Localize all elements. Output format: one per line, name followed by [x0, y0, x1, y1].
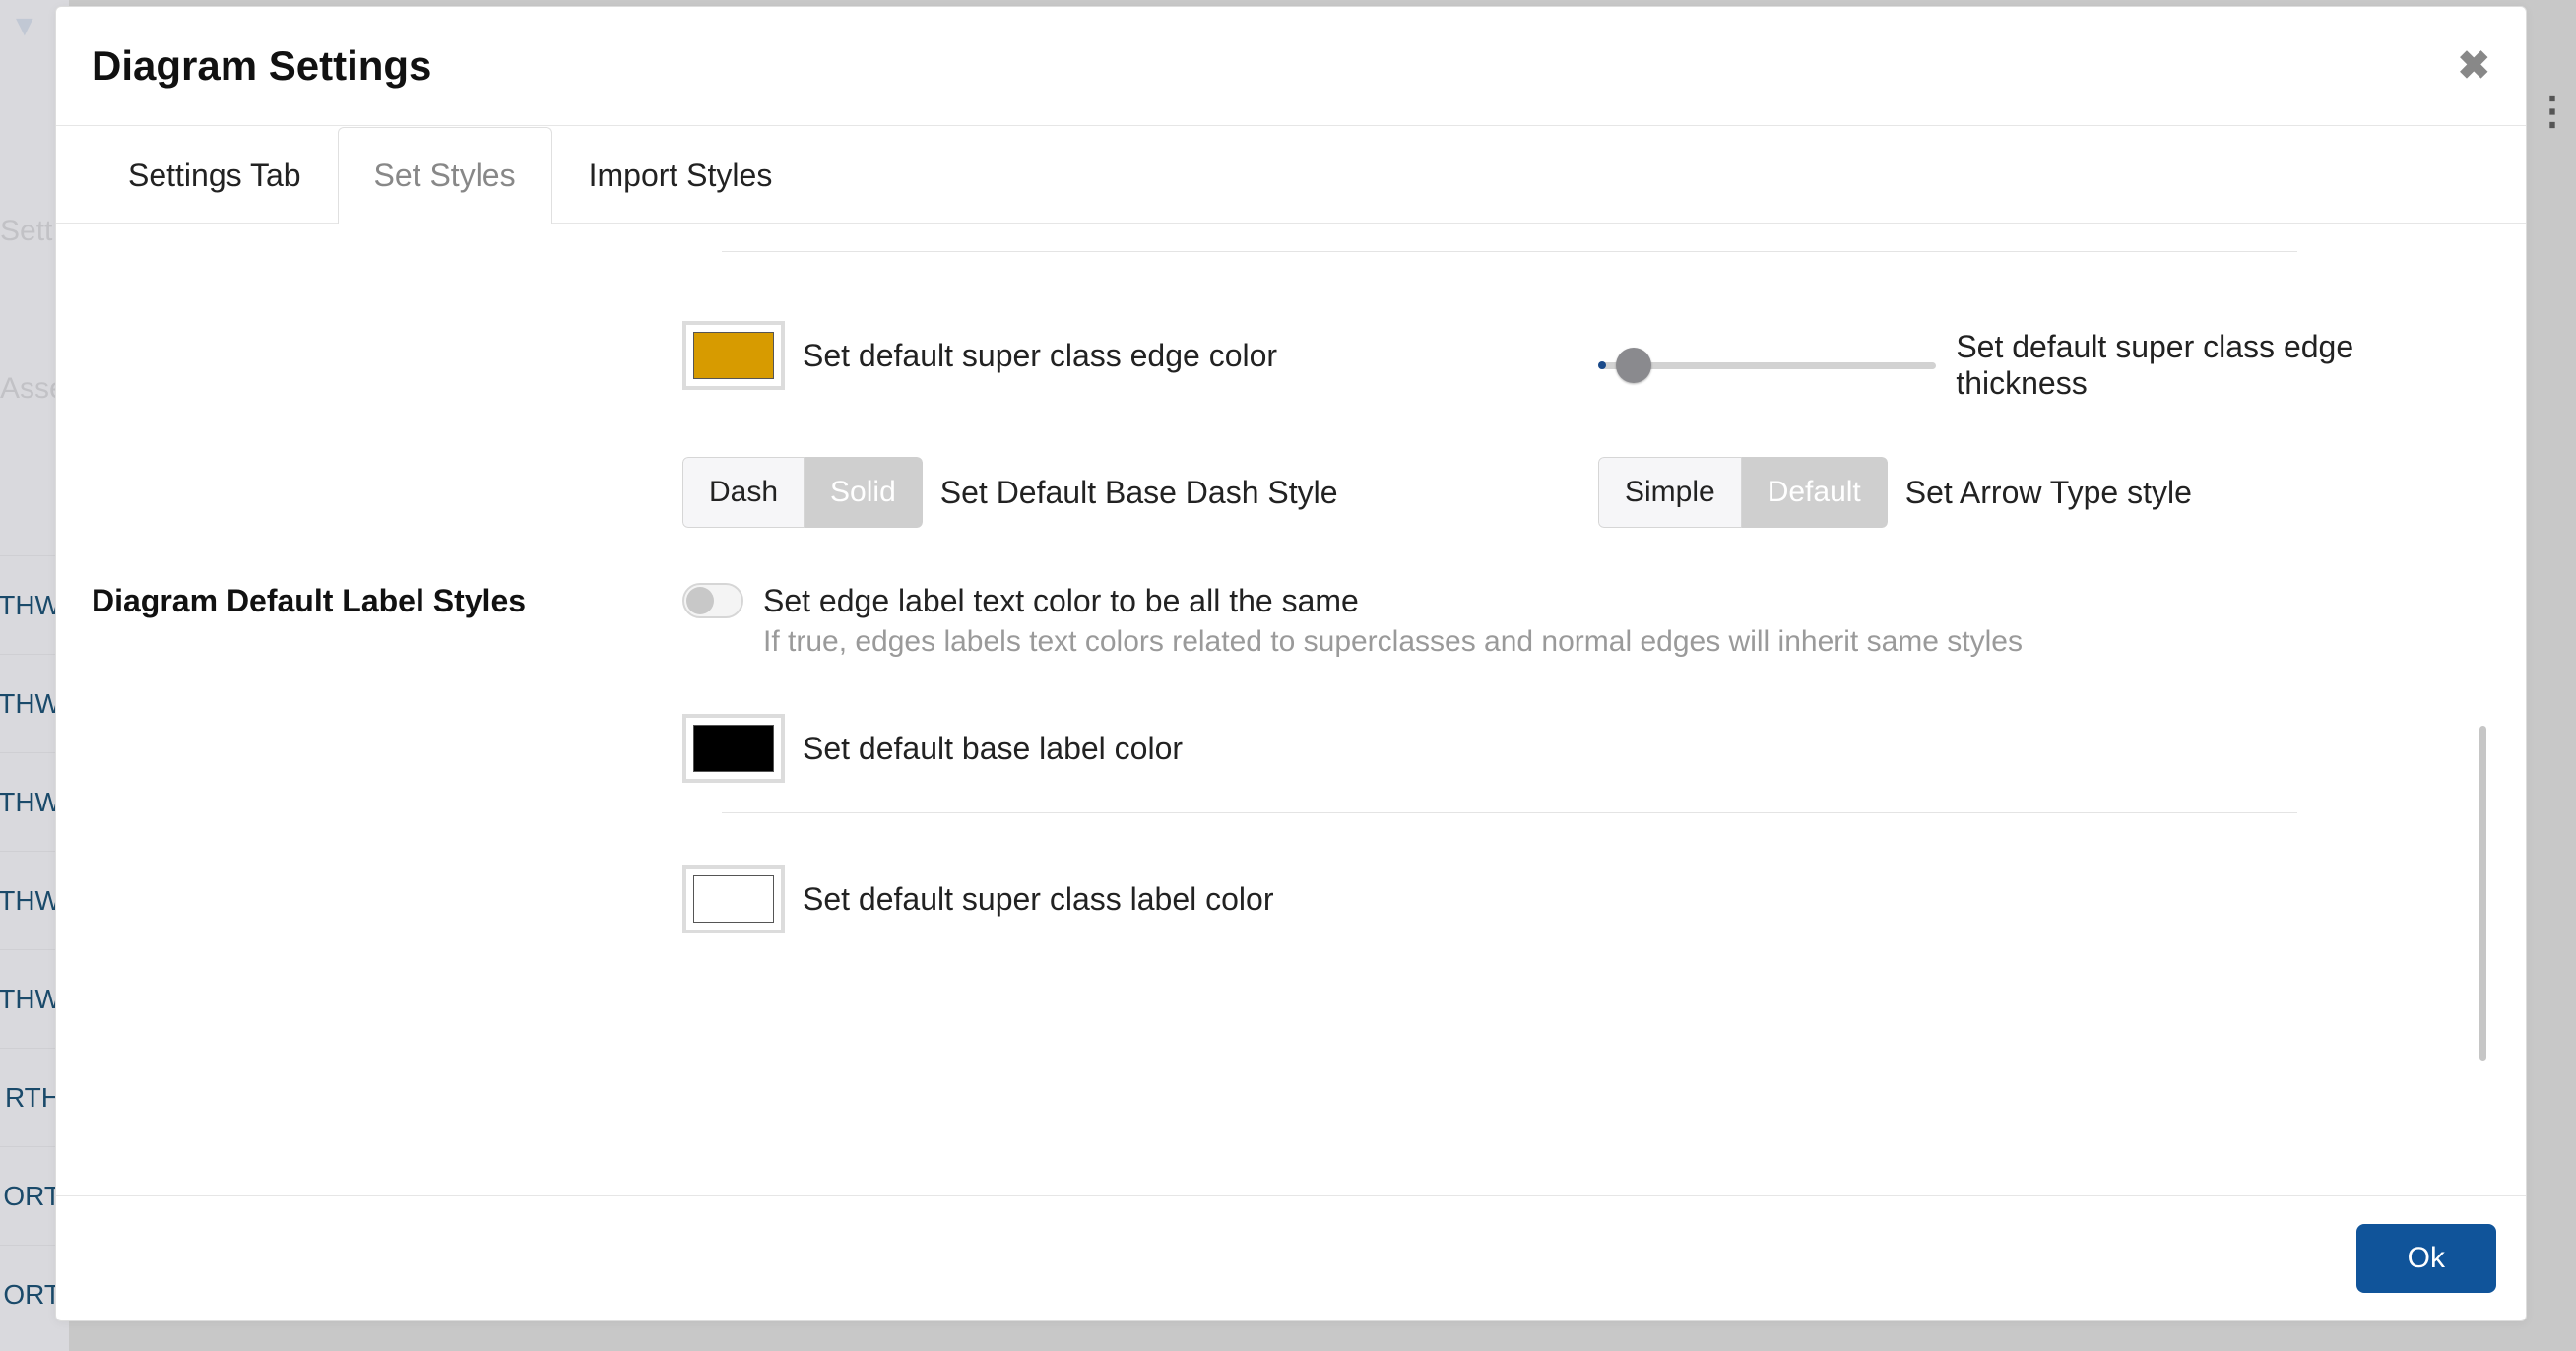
bg-kebab-icon: ⋮ [2533, 89, 2572, 134]
row-superclass-edge: Set default super class edge color Set d… [682, 321, 2455, 402]
slider-thumb[interactable] [1616, 348, 1651, 383]
row-base-label-color: Set default base label color [682, 714, 2455, 783]
diagram-settings-modal: Diagram Settings ✖ Settings Tab Set Styl… [55, 6, 2527, 1321]
dash-style-segmented: Dash Solid [682, 457, 923, 528]
superclass-label-color-swatch [693, 875, 774, 923]
slider-min-dot [1598, 361, 1606, 369]
arrow-type-group: Simple Default Set Arrow Type style [1598, 457, 2455, 528]
close-icon[interactable]: ✖ [2457, 46, 2490, 86]
superclass-edge-color-group: Set default super class edge color [682, 321, 1539, 390]
tab-settings-tab[interactable]: Settings Tab [92, 127, 338, 224]
modal-header: Diagram Settings ✖ [56, 7, 2526, 126]
superclass-label-color-label: Set default super class label color [803, 881, 1273, 918]
superclass-edge-color-label: Set default super class edge color [803, 338, 1277, 374]
edge-label-toggle-help: If true, edges labels text colors relate… [763, 625, 2023, 659]
scrollbar[interactable] [2479, 726, 2486, 1061]
toggle-knob [686, 587, 714, 614]
edge-label-same-color-toggle[interactable] [682, 583, 743, 618]
row-superclass-label-color: Set default super class label color [682, 865, 2455, 933]
tab-set-styles[interactable]: Set Styles [338, 127, 552, 224]
arrow-type-label: Set Arrow Type style [1905, 475, 2192, 511]
dash-style-label: Set Default Base Dash Style [940, 475, 1338, 511]
label-styles-heading: Diagram Default Label Styles [92, 583, 643, 619]
modal-title: Diagram Settings [92, 42, 431, 90]
section-divider [722, 251, 2297, 252]
superclass-edge-thickness-label: Set default super class edge thickness [1956, 329, 2455, 402]
arrow-option-simple[interactable]: Simple [1598, 457, 1742, 528]
superclass-label-color-picker[interactable] [682, 865, 785, 933]
ok-button[interactable]: Ok [2356, 1224, 2496, 1293]
edge-label-toggle-title: Set edge label text color to be all the … [763, 583, 2023, 619]
section-divider [722, 812, 2297, 813]
dash-style-group: Dash Solid Set Default Base Dash Style [682, 457, 1539, 528]
dash-option-solid[interactable]: Solid [805, 457, 923, 528]
base-label-color-swatch [693, 725, 774, 772]
base-label-color-group: Set default base label color [682, 714, 2455, 783]
superclass-edge-color-swatch [693, 332, 774, 379]
modal-tabs: Settings Tab Set Styles Import Styles [56, 126, 2526, 224]
superclass-label-color-group: Set default super class label color [682, 865, 2455, 933]
superclass-edge-thickness-slider[interactable] [1598, 346, 1936, 385]
row-dash-arrow: Dash Solid Set Default Base Dash Style S… [682, 457, 2455, 528]
base-label-color-label: Set default base label color [803, 731, 1183, 767]
modal-body: Set default super class edge color Set d… [56, 224, 2526, 1195]
arrow-option-default[interactable]: Default [1742, 457, 1888, 528]
tab-import-styles[interactable]: Import Styles [552, 127, 809, 224]
superclass-edge-thickness-group: Set default super class edge thickness [1598, 321, 2455, 402]
row-label-styles-toggle: Diagram Default Label Styles Set edge la… [92, 583, 2455, 659]
base-label-color-picker[interactable] [682, 714, 785, 783]
arrow-type-segmented: Simple Default [1598, 457, 1888, 528]
modal-footer: Ok [56, 1195, 2526, 1320]
superclass-edge-color-picker[interactable] [682, 321, 785, 390]
dash-option-dash[interactable]: Dash [682, 457, 805, 528]
